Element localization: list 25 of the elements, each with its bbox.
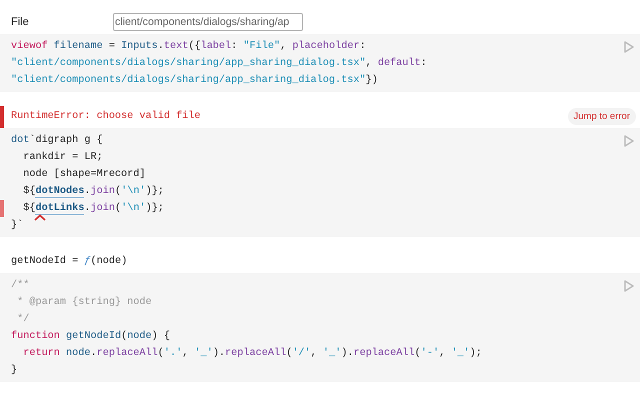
caret-icon	[34, 214, 46, 221]
file-input-field[interactable]: client/components/dialogs/sharing/ap	[113, 13, 303, 31]
code-line: */	[16, 314, 30, 325]
run-icon[interactable]	[624, 280, 634, 292]
field-label: File	[11, 16, 30, 28]
run-icon[interactable]	[624, 135, 634, 147]
code-line: "client/components/dialogs/sharing/app_sharing_dialog.tsx"})	[11, 75, 378, 86]
code-line: }`	[11, 220, 24, 231]
code-line: ${dotLinks.join('\n')};	[22, 203, 164, 215]
run-icon[interactable]	[624, 41, 634, 53]
code-line: }	[11, 365, 18, 376]
code-line: ${dotNodes.join('\n')};	[22, 186, 164, 198]
jump-to-error-button[interactable]: Jump to error	[568, 108, 636, 124]
error-message: RuntimeError: choose valid file	[11, 110, 202, 122]
code-line: dot`digraph g {	[11, 135, 103, 146]
code-line: rankdir = LR;	[22, 152, 103, 163]
cell-output: getNodeId = ƒ(node)	[11, 256, 128, 266]
code-line: return node.replaceAll('.', '_').replaceAll('/', '_').replaceAll('-', '_');	[22, 348, 482, 359]
code-line: /**	[11, 280, 30, 291]
code-line: node [shape=Mrecord]	[22, 169, 146, 180]
error-marker	[0, 106, 4, 128]
code-line: "client/components/dialogs/sharing/app_sharing_dialog.tsx", default:	[11, 58, 427, 69]
code-line: function getNodeId(node) {	[11, 331, 170, 342]
code-line: viewof filename = Inputs.text({label: "File", placeholder:	[11, 41, 366, 52]
code-line: * @param {string} node	[16, 297, 152, 308]
